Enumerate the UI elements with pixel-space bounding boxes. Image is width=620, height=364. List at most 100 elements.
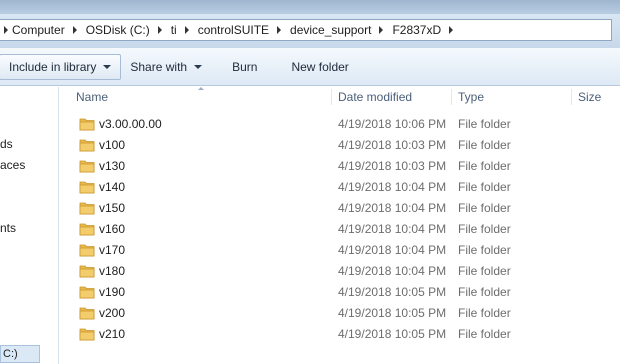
file-name[interactable]: v140	[99, 177, 125, 198]
file-date-modified: 4/19/2018 10:03 PM	[338, 159, 447, 173]
file-list: Name Date modified Type Size v3.00.00.00…	[60, 87, 620, 364]
nav-item-downloads[interactable]: ds	[0, 137, 13, 151]
breadcrumb-item-f2837xd[interactable]: F2837xD	[375, 20, 457, 40]
file-date-modified: 4/19/2018 10:05 PM	[338, 327, 447, 341]
file-type: File folder	[458, 264, 511, 278]
file-type: File folder	[458, 159, 511, 173]
burn-label: Burn	[232, 59, 258, 74]
file-name[interactable]: v180	[99, 261, 125, 282]
file-date-modified: 4/19/2018 10:05 PM	[338, 306, 447, 320]
file-type: File folder	[458, 201, 511, 215]
burn-button[interactable]: Burn	[223, 54, 266, 80]
file-type: File folder	[458, 180, 511, 194]
folder-icon[interactable]	[79, 243, 95, 257]
breadcrumb-item-computer[interactable]: Computer	[0, 20, 69, 40]
folder-icon[interactable]	[79, 222, 95, 236]
folder-icon[interactable]	[79, 327, 95, 341]
chevron-right-icon[interactable]	[375, 26, 387, 34]
file-type: File folder	[458, 243, 511, 257]
breadcrumb-label[interactable]: F2837xD	[387, 23, 445, 37]
file-row[interactable]: v3.00.00.00 4/19/2018 10:06 PM File folder	[60, 114, 620, 135]
file-row[interactable]: v210 4/19/2018 10:05 PM File folder	[60, 324, 620, 345]
file-date-modified: 4/19/2018 10:03 PM	[338, 138, 447, 152]
breadcrumb-label[interactable]: Computer	[12, 23, 69, 37]
file-date-modified: 4/19/2018 10:04 PM	[338, 201, 447, 215]
folder-icon[interactable]	[79, 117, 95, 131]
chevron-right-icon[interactable]	[69, 26, 81, 34]
column-header-label: Type	[458, 90, 485, 104]
file-type: File folder	[458, 285, 511, 299]
breadcrumb-item-ti[interactable]: ti	[154, 20, 181, 40]
file-type: File folder	[458, 222, 511, 236]
breadcrumb-item-device-support[interactable]: device_support	[273, 20, 375, 40]
breadcrumb-label[interactable]: controlSUITE	[193, 23, 273, 37]
column-header-date-modified[interactable]: Date modified	[332, 87, 452, 107]
folder-icon[interactable]	[79, 201, 95, 215]
nav-item-drive[interactable]: C:)	[0, 345, 40, 363]
breadcrumb-item-controlsuite[interactable]: controlSUITE	[181, 20, 273, 40]
file-row[interactable]: v190 4/19/2018 10:05 PM File folder	[60, 282, 620, 303]
window-top-strip	[0, 0, 620, 14]
file-name[interactable]: v100	[99, 135, 125, 156]
breadcrumb-item-osdisk[interactable]: OSDisk (C:)	[69, 20, 154, 40]
navigation-pane: ds aces nts C:)	[0, 87, 59, 364]
file-name[interactable]: v210	[99, 324, 125, 345]
folder-icon[interactable]	[79, 306, 95, 320]
folder-icon[interactable]	[79, 138, 95, 152]
chevron-right-icon[interactable]	[154, 26, 166, 34]
file-name[interactable]: v3.00.00.00	[99, 114, 162, 135]
new-folder-button[interactable]: New folder	[282, 54, 357, 80]
file-name[interactable]: v200	[99, 303, 125, 324]
command-toolbar: Include in library Share with Burn New f…	[0, 48, 620, 86]
file-row[interactable]: v180 4/19/2018 10:04 PM File folder	[60, 261, 620, 282]
column-headers: Name Date modified Type Size	[60, 87, 620, 107]
folder-icon[interactable]	[79, 159, 95, 173]
file-row[interactable]: v160 4/19/2018 10:04 PM File folder	[60, 219, 620, 240]
folder-icon[interactable]	[79, 264, 95, 278]
column-header-label: Size	[578, 90, 602, 104]
column-header-size[interactable]: Size	[572, 87, 620, 107]
chevron-right-icon[interactable]	[181, 26, 193, 34]
breadcrumb-label[interactable]: OSDisk (C:)	[81, 23, 154, 37]
file-row[interactable]: v140 4/19/2018 10:04 PM File folder	[60, 177, 620, 198]
nav-item-documents[interactable]: nts	[0, 221, 16, 235]
share-with-button[interactable]: Share with	[121, 54, 211, 80]
file-row[interactable]: v200 4/19/2018 10:05 PM File folder	[60, 303, 620, 324]
file-name[interactable]: v190	[99, 282, 125, 303]
file-date-modified: 4/19/2018 10:06 PM	[338, 117, 447, 131]
folder-icon[interactable]	[79, 180, 95, 194]
file-type: File folder	[458, 306, 511, 320]
new-folder-label: New folder	[291, 59, 349, 74]
folder-icon[interactable]	[79, 285, 95, 299]
file-row[interactable]: v150 4/19/2018 10:04 PM File folder	[60, 198, 620, 219]
chevron-down-icon	[194, 64, 203, 69]
breadcrumb[interactable]: Computer OSDisk (C:) ti controlSUITE dev…	[0, 19, 612, 41]
chevron-right-icon[interactable]	[273, 26, 285, 34]
file-type: File folder	[458, 327, 511, 341]
file-type: File folder	[458, 117, 511, 131]
column-header-label: Name	[76, 90, 109, 104]
chevron-right-icon[interactable]	[445, 26, 457, 34]
file-row[interactable]: v130 4/19/2018 10:03 PM File folder	[60, 156, 620, 177]
include-in-library-label: Include in library	[9, 59, 97, 74]
file-row[interactable]: v170 4/19/2018 10:04 PM File folder	[60, 240, 620, 261]
file-row[interactable]: v100 4/19/2018 10:03 PM File folder	[60, 135, 620, 156]
file-name[interactable]: v150	[99, 198, 125, 219]
include-in-library-button[interactable]: Include in library	[0, 53, 122, 80]
file-name[interactable]: v160	[99, 219, 125, 240]
file-type: File folder	[458, 138, 511, 152]
column-header-label: Date modified	[338, 90, 413, 104]
nav-item-recent-places[interactable]: aces	[0, 158, 25, 172]
column-header-name[interactable]: Name	[70, 87, 332, 107]
file-name[interactable]: v130	[99, 156, 125, 177]
file-date-modified: 4/19/2018 10:04 PM	[338, 180, 447, 194]
file-date-modified: 4/19/2018 10:04 PM	[338, 264, 447, 278]
share-with-label: Share with	[130, 59, 188, 74]
file-name[interactable]: v170	[99, 240, 125, 261]
chevron-right-icon[interactable]	[0, 26, 12, 34]
file-date-modified: 4/19/2018 10:05 PM	[338, 285, 447, 299]
breadcrumb-label[interactable]: ti	[166, 23, 181, 37]
column-header-type[interactable]: Type	[452, 87, 572, 107]
chevron-down-icon	[103, 64, 112, 69]
breadcrumb-label[interactable]: device_support	[285, 23, 375, 37]
